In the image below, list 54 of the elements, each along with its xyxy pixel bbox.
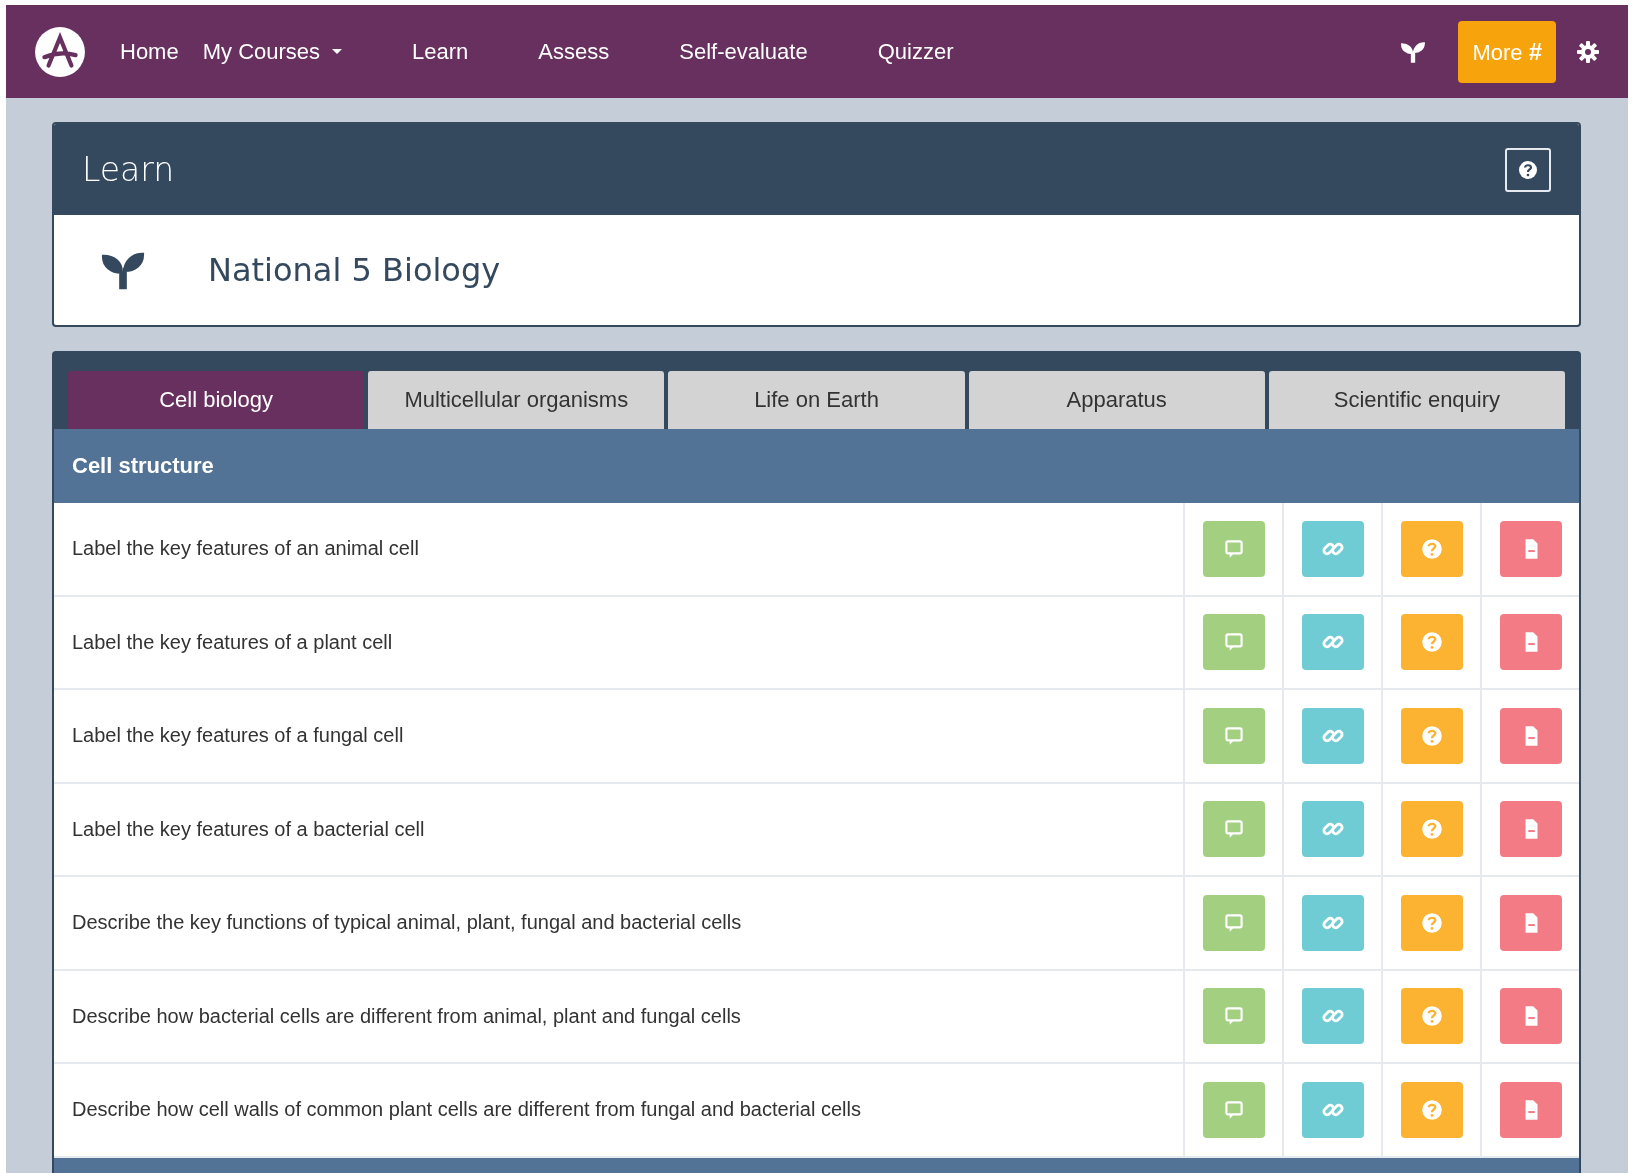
course-title: National 5 Biology bbox=[208, 251, 501, 289]
tab[interactable]: Multicellular organisms bbox=[368, 371, 665, 429]
table-cell-text: Label the key features of a fungal cell bbox=[71, 723, 405, 749]
table-cell-text: Label the key features of an animal cell bbox=[71, 536, 420, 562]
dropdown-menu-link[interactable]: My Courses bbox=[202, 38, 343, 65]
action-button[interactable] bbox=[1400, 1081, 1463, 1138]
nav-link[interactable]: Home bbox=[120, 38, 179, 65]
action-button[interactable] bbox=[1499, 1081, 1562, 1138]
help-button[interactable] bbox=[1505, 147, 1551, 192]
table-cell-text: Describe how bacterial cells are different from animal, plant and fungal cells bbox=[71, 1003, 742, 1029]
action-button[interactable] bbox=[1499, 894, 1562, 951]
action-button[interactable] bbox=[1499, 614, 1562, 671]
action-button[interactable] bbox=[1400, 707, 1463, 764]
action-button[interactable] bbox=[1400, 520, 1463, 577]
action-button[interactable] bbox=[1301, 614, 1364, 671]
action-button[interactable] bbox=[1499, 520, 1562, 577]
action-button[interactable] bbox=[1202, 801, 1265, 858]
action-button[interactable] bbox=[1202, 520, 1265, 577]
caret-icon bbox=[332, 49, 343, 54]
action-button[interactable] bbox=[1301, 520, 1364, 577]
settings-icon[interactable] bbox=[1576, 39, 1600, 64]
action-button[interactable] bbox=[1202, 707, 1265, 764]
nav-link[interactable]: Assess bbox=[538, 38, 610, 65]
nav-link[interactable]: Learn bbox=[412, 38, 469, 65]
action-button[interactable] bbox=[1499, 988, 1562, 1045]
page-title: Learn bbox=[82, 150, 175, 189]
section-title: Cell structure bbox=[72, 453, 214, 479]
action-button[interactable] bbox=[1301, 894, 1364, 951]
tab[interactable]: Cell biology bbox=[68, 371, 365, 429]
action-button[interactable] bbox=[1301, 1081, 1364, 1138]
help-icon bbox=[1518, 159, 1538, 180]
table-cell-text: Describe the key functions of typical animal, plant, fungal and bacterial cells bbox=[71, 910, 743, 936]
table-cell-text: Label the key features of a plant cell bbox=[71, 629, 394, 655]
logo-icon[interactable] bbox=[34, 25, 86, 78]
action-button[interactable] bbox=[1400, 801, 1463, 858]
nav-link[interactable]: Self-evaluate bbox=[679, 38, 808, 65]
action-button[interactable] bbox=[1202, 614, 1265, 671]
nav-link[interactable]: Quizzer bbox=[877, 38, 954, 65]
action-button[interactable] bbox=[1301, 988, 1364, 1045]
table-cell-text: Label the key features of a bacterial cell bbox=[71, 816, 426, 842]
action-button[interactable] bbox=[1499, 801, 1562, 858]
tab[interactable]: Scientific enquiry bbox=[1268, 371, 1565, 429]
action-button[interactable] bbox=[1301, 707, 1364, 764]
tab[interactable]: Apparatus bbox=[968, 371, 1265, 429]
tab[interactable]: Life on Earth bbox=[668, 371, 965, 429]
action-button[interactable] bbox=[1400, 894, 1463, 951]
action-button[interactable] bbox=[1301, 801, 1364, 858]
table-cell-text: Describe how cell walls of common plant cells are different from fungal and bacterial cells bbox=[71, 1097, 862, 1123]
action-button[interactable] bbox=[1202, 894, 1265, 951]
action-button[interactable] bbox=[1202, 1081, 1265, 1138]
action-button[interactable] bbox=[1202, 988, 1265, 1045]
action-button[interactable] bbox=[1499, 707, 1562, 764]
action-button[interactable] bbox=[1400, 614, 1463, 671]
action-button[interactable] bbox=[1400, 988, 1463, 1045]
